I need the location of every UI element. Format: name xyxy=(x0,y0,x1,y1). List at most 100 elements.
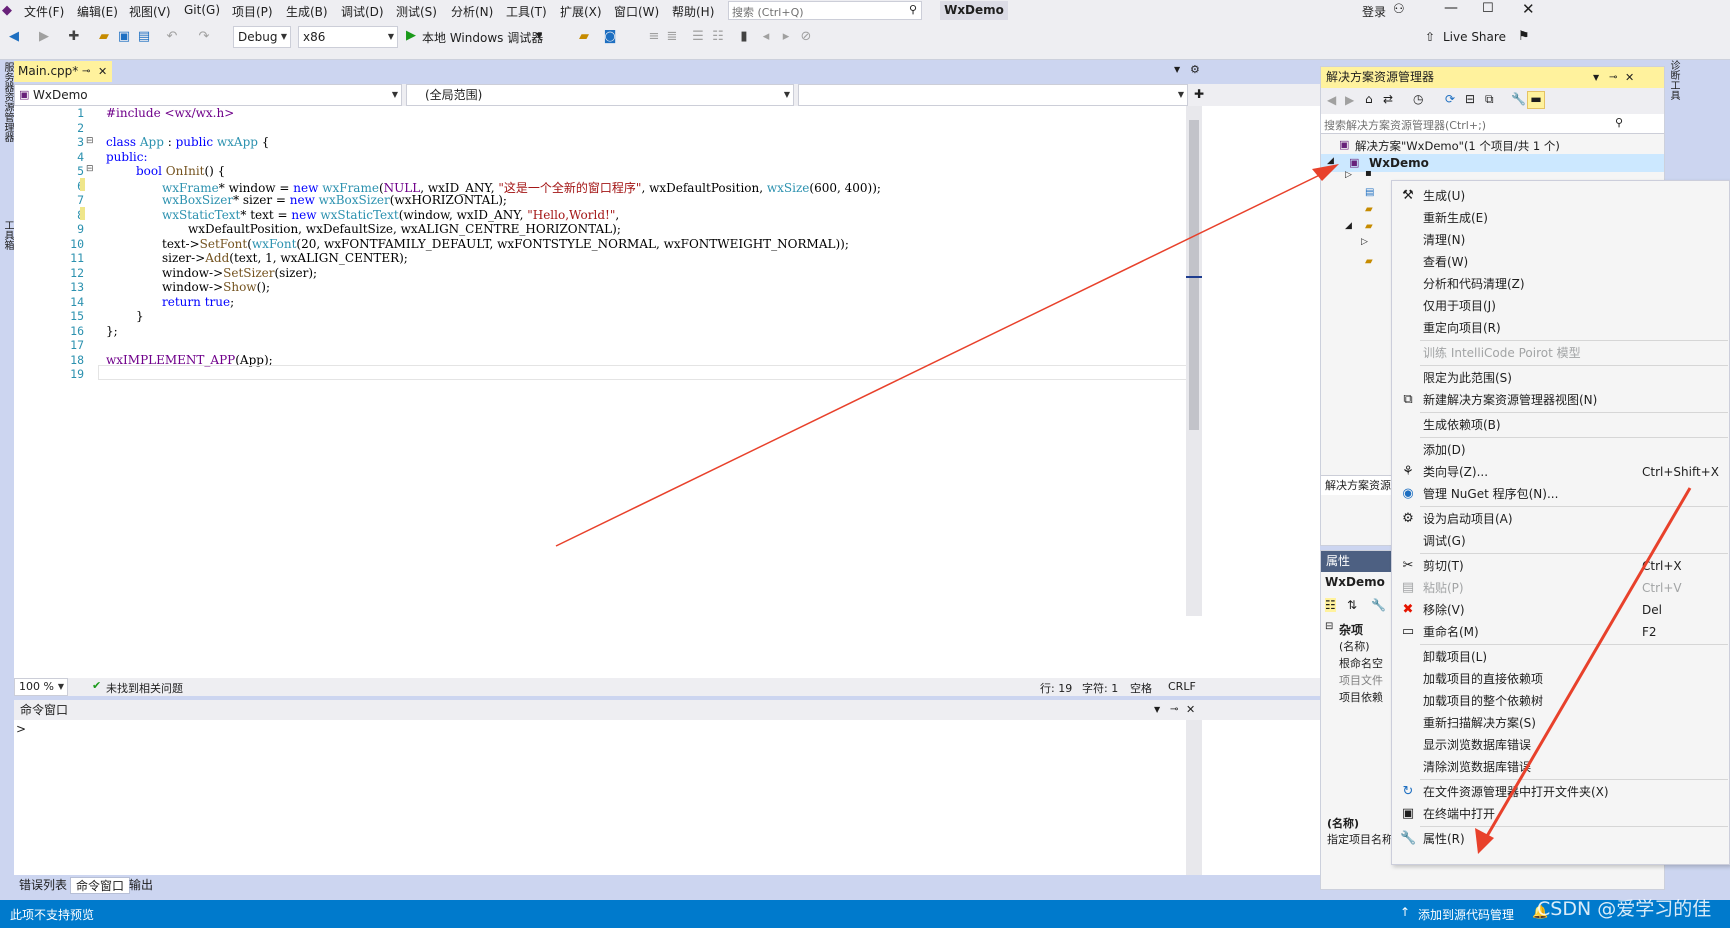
scrollbar-thumb[interactable] xyxy=(1189,120,1199,430)
context-menu-item[interactable]: ⚘ 类向导(Z)... Ctrl+Shift+X xyxy=(1392,461,1730,483)
categorized-icon[interactable]: ☷ xyxy=(1325,598,1336,612)
tab-error-list[interactable]: 错误列表 xyxy=(14,877,72,894)
tree-item-solution[interactable]: ▣ 解决方案"WxDemo"(1 个项目/共 1 个) xyxy=(1321,136,1664,154)
chevron-down-icon[interactable]: ▼ xyxy=(1593,67,1599,88)
collapse-icon[interactable]: ⊟ xyxy=(86,136,94,146)
menu-help[interactable]: 帮助(H) xyxy=(672,3,714,20)
login-link[interactable]: 登录 xyxy=(1362,3,1386,20)
menu-view[interactable]: 视图(V) xyxy=(129,3,171,20)
maximize-button[interactable]: ☐ xyxy=(1482,1,1494,16)
menu-tools[interactable]: 工具(T) xyxy=(506,3,547,20)
menu-window[interactable]: 窗口(W) xyxy=(614,3,659,20)
context-menu-item[interactable]: 限定为此范围(S) xyxy=(1392,367,1730,389)
source-control-button[interactable]: 添加到源代码管理 xyxy=(1418,906,1514,923)
property-name[interactable]: 根命名空 xyxy=(1339,655,1383,671)
context-menu-item[interactable]: ⚙ 设为启动项目(A) xyxy=(1392,508,1730,530)
solution-search-input[interactable]: 搜索解决方案资源管理器(Ctrl+;) ⚲ xyxy=(1321,114,1664,134)
context-menu-item[interactable]: 🔧 属性(R) xyxy=(1392,828,1730,850)
command-scrollbar[interactable] xyxy=(1186,720,1202,875)
live-share-button[interactable]: Live Share xyxy=(1443,30,1506,44)
property-name[interactable]: 项目依赖 xyxy=(1339,689,1383,705)
context-menu-item[interactable]: 生成依赖项(B) xyxy=(1392,414,1730,436)
command-prompt[interactable]: > xyxy=(16,722,26,736)
context-menu-item[interactable]: ◉ 管理 NuGet 程序包(N)... xyxy=(1392,483,1730,505)
back-icon[interactable]: ◀ xyxy=(6,29,22,45)
context-menu-item[interactable]: ↻ 在文件资源管理器中打开文件夹(X) xyxy=(1392,781,1730,803)
settings-gear-icon[interactable]: ⚙ xyxy=(1190,63,1200,76)
menu-build[interactable]: 生成(B) xyxy=(286,3,328,20)
editor-vertical-scrollbar[interactable] xyxy=(1186,106,1202,616)
menu-file[interactable]: 文件(F) xyxy=(24,3,64,20)
context-menu-item[interactable]: ▤ 粘贴(P) Ctrl+V xyxy=(1392,577,1730,599)
minimize-button[interactable]: — xyxy=(1444,0,1458,16)
context-menu-item[interactable]: 清理(N) xyxy=(1392,229,1730,251)
menu-analyze[interactable]: 分析(N) xyxy=(451,3,493,20)
history-icon[interactable]: ◷ xyxy=(1413,92,1423,106)
property-name[interactable]: (名称) xyxy=(1339,638,1370,654)
split-icon[interactable]: ✚ xyxy=(1194,87,1204,101)
alphabetical-icon[interactable]: ⇅ xyxy=(1347,598,1357,612)
context-menu-item[interactable]: 卸载项目(L) xyxy=(1392,646,1730,668)
undo-icon[interactable]: ↶ xyxy=(164,29,180,45)
context-menu-item[interactable]: 重新生成(E) xyxy=(1392,207,1730,229)
feedback-icon[interactable]: ⚑ xyxy=(1518,29,1530,44)
context-menu-item[interactable]: 调试(G) xyxy=(1392,530,1730,552)
menu-test[interactable]: 测试(S) xyxy=(396,3,437,20)
collapse-all-icon[interactable]: ⊟ xyxy=(1465,92,1475,106)
context-menu-item[interactable]: ⧉ 新建解决方案资源管理器视图(N) xyxy=(1392,389,1730,411)
tab-solution-explorer[interactable]: 解决方案资源 xyxy=(1321,475,1391,495)
project-nav-select[interactable]: ▣ WxDemo ▼ xyxy=(14,84,402,106)
save-icon[interactable]: ▣ xyxy=(116,29,132,45)
expand-icon[interactable]: ▷ xyxy=(1361,237,1368,247)
context-menu-item[interactable]: ⚒ 生成(U) xyxy=(1392,185,1730,207)
server-explorer-tab[interactable]: 服务器资源管理器 xyxy=(1,62,13,192)
wrench-icon[interactable]: 🔧 xyxy=(1511,92,1526,106)
chevron-down-icon[interactable]: ▼ xyxy=(1154,700,1160,720)
play-icon[interactable]: ▶ xyxy=(406,28,416,43)
preview-toggle-icon[interactable]: ▬ xyxy=(1527,91,1545,109)
context-menu-item[interactable]: 加载项目的直接依赖项 xyxy=(1392,668,1730,690)
properties-object[interactable]: WxDemo xyxy=(1325,575,1385,589)
pin-icon[interactable]: ⊸ xyxy=(1609,67,1617,88)
chevron-down-icon[interactable]: ▼ xyxy=(536,31,542,40)
tab-main-cpp[interactable]: Main.cpp* ⊸ ✕ xyxy=(14,61,112,82)
menu-extensions[interactable]: 扩展(X) xyxy=(560,3,602,20)
live-share-icon[interactable]: ⇧ xyxy=(1425,30,1435,44)
menu-git[interactable]: Git(G) xyxy=(184,3,220,17)
toolbox-tab[interactable]: 工具箱 xyxy=(1,220,13,260)
uncomment-icon[interactable]: ☷ xyxy=(710,29,726,45)
context-menu-item[interactable]: 查看(W) xyxy=(1392,251,1730,273)
expand-icon[interactable]: ▷ xyxy=(1345,170,1352,180)
new-project-icon[interactable]: ✚ xyxy=(66,29,82,45)
forward-icon[interactable]: ▶ xyxy=(1345,93,1354,107)
screenshot-icon[interactable]: ◙ xyxy=(602,29,618,45)
context-menu-item[interactable]: 显示浏览数据库错误 xyxy=(1392,734,1730,756)
forward-icon[interactable]: ▶ xyxy=(36,29,52,45)
context-menu-item[interactable]: 重新扫描解决方案(S) xyxy=(1392,712,1730,734)
save-all-icon[interactable]: ▤ xyxy=(136,29,152,45)
redo-icon[interactable]: ↷ xyxy=(196,29,212,45)
folder-icon[interactable]: ▰ xyxy=(576,29,592,45)
diagnostics-tab[interactable]: 诊断工具 xyxy=(1668,60,1681,100)
menu-edit[interactable]: 编辑(E) xyxy=(77,3,118,20)
collapse-icon[interactable]: ⊟ xyxy=(1325,621,1333,632)
refresh-icon[interactable]: ⟳ xyxy=(1445,92,1455,106)
line-indicator[interactable]: 行: 19 xyxy=(1040,680,1072,696)
outdent-icon[interactable]: ≣ xyxy=(664,29,680,45)
whitespace-indicator[interactable]: 空格 xyxy=(1130,680,1152,696)
context-menu-item[interactable]: 添加(D) xyxy=(1392,439,1730,461)
close-icon[interactable]: ✕ xyxy=(1625,67,1634,88)
tab-output[interactable]: 输出 xyxy=(124,877,158,894)
eol-indicator[interactable]: CRLF xyxy=(1168,680,1196,693)
context-menu-item[interactable]: 分析和代码清理(Z) xyxy=(1392,273,1730,295)
collapse-icon[interactable]: ⊟ xyxy=(86,164,94,174)
close-tab-icon[interactable]: ✕ xyxy=(98,61,107,82)
solution-config-select[interactable]: Debug ▼ xyxy=(233,26,291,48)
home-icon[interactable]: ⌂ xyxy=(1365,92,1373,106)
bookmark-icon[interactable]: ▮ xyxy=(736,29,752,45)
prev-bookmark-icon[interactable]: ◂ xyxy=(758,29,774,45)
menu-project[interactable]: 项目(P) xyxy=(232,3,273,20)
run-debugger-button[interactable]: 本地 Windows 调试器 xyxy=(422,29,543,46)
tree-item-project[interactable]: ◢ ▣ WxDemo xyxy=(1321,154,1664,172)
switch-views-icon[interactable]: ⇄ xyxy=(1383,92,1393,106)
